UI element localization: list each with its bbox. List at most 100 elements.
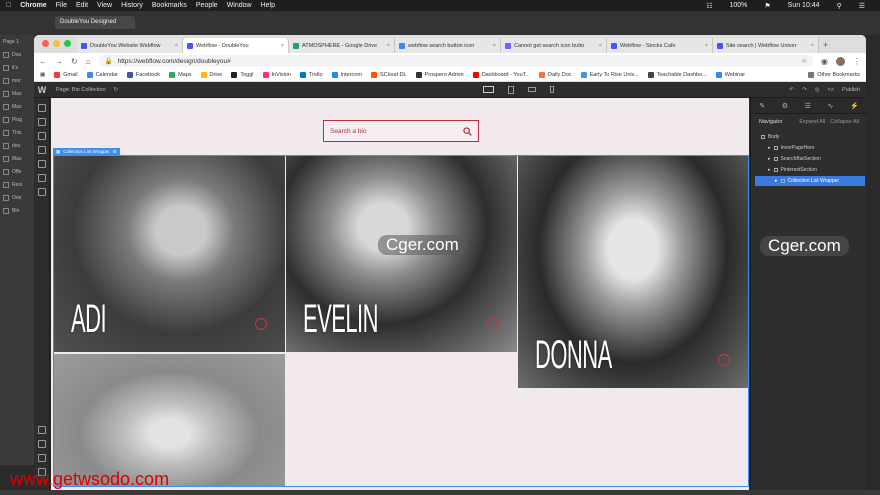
wifi-icon[interactable]: ☷ [706,2,712,10]
menu-help[interactable]: Help [261,2,275,9]
reload-icon[interactable]: ↻ [71,57,78,66]
back-arrow-icon[interactable]: ← [39,57,47,66]
background-row[interactable]: mor [0,74,34,87]
apps-grid-icon[interactable]: ▦ [40,72,45,78]
background-row[interactable]: dou [0,139,34,152]
browser-tab[interactable]: Webflow - Stocks Cafe × [607,38,713,53]
style-brush-icon[interactable]: ✎ [759,102,765,110]
bookmark-item[interactable]: Facebook [126,72,160,78]
cms-icon[interactable] [38,160,46,168]
bio-search-bar[interactable]: Search a bio [323,120,479,142]
collection-list-wrapper[interactable]: ADI EVELIN DONNA [53,155,749,487]
xray-icon[interactable] [38,454,46,462]
bio-card[interactable] [54,354,285,486]
menu-file[interactable]: File [56,2,67,9]
background-row[interactable]: Mas [0,87,34,100]
collapse-all-button[interactable]: Collapse All [830,119,859,125]
maximize-window-button[interactable] [64,40,71,47]
selected-element-badge[interactable]: ▦ Collection List Wrapper ⚙ [53,148,120,155]
redo-icon[interactable]: ↷ [802,87,807,93]
menu-list-icon[interactable]: ☰ [859,2,865,10]
guides-icon[interactable] [38,440,46,448]
menu-window[interactable]: Window [227,2,252,9]
clock[interactable]: Sun 10:44 [788,2,820,10]
lightning-icon[interactable]: ⚡ [850,102,859,110]
bookmark-item[interactable]: Toggl [231,72,254,78]
forward-arrow-icon[interactable]: → [55,57,63,66]
menu-people[interactable]: People [196,2,218,9]
bookmark-item[interactable]: Gmail [54,72,78,78]
background-row[interactable]: Mas [0,152,34,165]
profile-avatar[interactable] [836,56,845,66]
bookmark-item[interactable]: SCloud DL [370,72,407,78]
navigator-row[interactable]: Body [755,132,865,142]
battery-percent[interactable]: 100% [729,2,747,10]
tablet-breakpoint-icon[interactable] [508,85,515,94]
settings-gear-icon[interactable]: ⚙ [113,149,117,155]
bio-card[interactable]: DONNA [518,156,748,388]
close-window-button[interactable] [42,40,49,47]
interactions-icon[interactable]: ∿ [828,102,834,110]
link-circle-icon[interactable] [487,318,499,330]
background-window-tab[interactable]: DoubleYou Designed [55,16,135,29]
bookmark-item[interactable]: Early To Rise Univ... [580,72,639,78]
mobile-portrait-icon[interactable] [550,86,555,93]
bookmark-item[interactable]: Webinar [715,72,745,78]
bookmark-item[interactable]: Maps [169,72,192,78]
background-row[interactable]: Blo [0,204,34,217]
bookmark-item[interactable]: Other Bookmarks [808,72,860,78]
flag-icon[interactable]: ⚑ [764,2,770,10]
browser-tab[interactable]: Webflow - DoubleYou × [183,38,289,53]
bookmark-item[interactable]: Trello [299,72,323,78]
undo-icon[interactable]: ↶ [789,87,794,93]
close-tab-icon[interactable]: × [387,43,390,49]
bookmark-item[interactable]: Dashboard - YouT... [472,72,530,78]
close-tab-icon[interactable]: × [175,43,178,49]
navigator-row[interactable]: ▸ SearchBarSection [755,154,865,164]
bio-card[interactable]: ADI [54,156,285,352]
bookmark-item[interactable]: InVision [262,72,291,78]
browser-tab[interactable]: Cannot get search icon butto × [501,38,607,53]
menu-view[interactable]: View [97,2,112,9]
publish-button[interactable]: Publish [842,87,860,93]
expand-caret-icon[interactable]: ▸ [768,167,771,173]
menu-bookmarks[interactable]: Bookmarks [152,2,187,9]
link-circle-icon[interactable] [718,354,730,366]
add-panel-icon[interactable] [38,104,46,112]
bookmark-star-icon[interactable]: ☆ [801,57,807,65]
select-tool-icon[interactable] [38,426,46,434]
apple-icon[interactable]:  [6,2,11,9]
refresh-icon[interactable]: ↻ [114,87,119,93]
expand-all-button[interactable]: Expand All [799,119,825,125]
navigator-row[interactable]: ▸ PinterestSection [755,165,865,175]
search-icon[interactable] [463,126,472,136]
pages-icon[interactable] [38,118,46,126]
minimize-window-button[interactable] [53,40,60,47]
close-tab-icon[interactable]: × [281,43,284,49]
app-menu[interactable]: Chrome [20,2,46,9]
bookmark-item[interactable]: Intercom [331,72,362,78]
bookmark-item[interactable]: Drive [200,72,222,78]
page-selector[interactable]: Page: Bio Collection [56,87,106,93]
desktop-breakpoint-icon[interactable] [483,86,495,93]
navigator-row[interactable]: ▸ Collection List Wrapper [755,176,865,186]
browser-tab[interactable]: Site search | Webflow Univer × [713,38,819,53]
menu-edit[interactable]: Edit [76,2,88,9]
background-row[interactable]: One [0,191,34,204]
more-menu-icon[interactable]: ⋮ [853,57,861,66]
expand-caret-icon[interactable]: ▸ [775,178,778,184]
close-tab-icon[interactable]: × [599,43,602,49]
browser-tab[interactable]: ATMOSPHERE - Google Drive × [289,38,395,53]
address-bar[interactable]: 🔒 https://webflow.com/design/doubleyou# … [98,55,814,67]
background-row[interactable]: it's [0,61,34,74]
expand-caret-icon[interactable]: ▸ [768,156,771,162]
navigator-row[interactable]: ▸ InnerPageHero [755,143,865,153]
design-canvas[interactable]: Search a bio ▦ Collection List Wrapper ⚙… [51,98,749,490]
bookmark-item[interactable]: Prospero Admin [415,72,464,78]
expand-caret-icon[interactable]: ▸ [768,145,771,151]
browser-tab[interactable]: DoubleYou Website Webflow × [77,38,183,53]
home-icon[interactable]: ⌂ [86,57,91,66]
bookmark-item[interactable]: Teachable Dashbo... [647,72,707,78]
symbols-icon[interactable] [38,146,46,154]
settings-gear-icon[interactable] [38,188,46,196]
